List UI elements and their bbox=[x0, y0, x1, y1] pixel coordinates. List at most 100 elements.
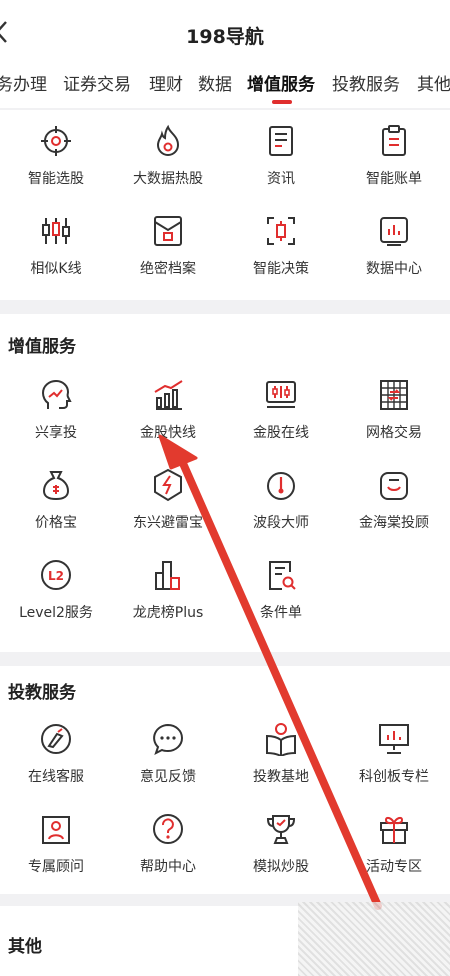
lightning-shield-icon bbox=[151, 468, 185, 502]
grid-item-level2-service[interactable]: L2 Level2服务 bbox=[0, 558, 112, 634]
secret-file-icon bbox=[151, 214, 185, 248]
ranking-bars-icon bbox=[151, 558, 185, 592]
decision-icon bbox=[264, 214, 298, 248]
grid-item-label: 网格交易 bbox=[366, 425, 422, 441]
grid-item-bigdata-hot-stocks[interactable]: 大数据热股 bbox=[112, 124, 224, 200]
tab-bar: 务办理 证券交易 理财 数据 增值服务 投教服务 其他 bbox=[0, 60, 450, 108]
grid-item-label: 金股在线 bbox=[253, 425, 309, 441]
grid-item-label: 模拟炒股 bbox=[253, 859, 309, 875]
grid-item-label: 金海棠投顾 bbox=[359, 515, 429, 531]
tools-section: 智能选股 大数据热股 资讯 智能账单 相似K线 绝密档案 智能决策 数据中心 bbox=[0, 110, 450, 300]
grid-item-label: 在线客服 bbox=[28, 769, 84, 785]
header-bar: 198导航 bbox=[0, 0, 450, 60]
grid-item-label: 兴享投 bbox=[35, 425, 77, 441]
grid-item-label: 活动专区 bbox=[366, 859, 422, 875]
grid-item-label: 相似K线 bbox=[30, 261, 82, 277]
target-icon bbox=[39, 124, 73, 158]
help-icon bbox=[151, 812, 185, 846]
grid-item-label: 大数据热股 bbox=[133, 171, 203, 187]
value-added-services-section: 增值服务 兴享投 金股快线 金股在线 网格交易 价格宝 东兴避雷宝 波段大师 金… bbox=[0, 314, 450, 652]
grid-item-news[interactable]: 资讯 bbox=[225, 124, 337, 200]
chat-bubble-icon bbox=[151, 722, 185, 756]
tab-value-added-services[interactable]: 增值服务 bbox=[247, 70, 315, 95]
grid-item-label: 资讯 bbox=[267, 171, 295, 187]
grid-item-label: 投教基地 bbox=[253, 769, 309, 785]
tab-other[interactable]: 其他 bbox=[417, 70, 450, 95]
grid-item-label: 金股快线 bbox=[140, 425, 196, 441]
tab-data[interactable]: 数据 bbox=[198, 70, 232, 95]
grid-item-golden-stock-online[interactable]: 金股在线 bbox=[225, 378, 337, 454]
grid-item-label: 价格宝 bbox=[35, 515, 77, 531]
grid-item-dongxing-lightning-guard[interactable]: 东兴避雷宝 bbox=[112, 468, 224, 544]
grid-item-exclusive-advisor[interactable]: 专属顾问 bbox=[0, 812, 112, 888]
grid-item-smart-decision[interactable]: 智能决策 bbox=[225, 214, 337, 290]
headset-icon bbox=[39, 722, 73, 756]
grid-item-conditional-order[interactable]: 条件单 bbox=[225, 558, 337, 634]
level2-icon: L2 bbox=[39, 558, 73, 592]
grid-item-feedback[interactable]: 意见反馈 bbox=[112, 722, 224, 798]
grid-item-similar-kline[interactable]: 相似K线 bbox=[0, 214, 112, 290]
grid-item-education-base[interactable]: 投教基地 bbox=[225, 722, 337, 798]
section-title: 其他 bbox=[8, 937, 42, 957]
grid-item-price-bao[interactable]: 价格宝 bbox=[0, 468, 112, 544]
grid-item-band-master[interactable]: 波段大师 bbox=[225, 468, 337, 544]
grid-item-data-center[interactable]: 数据中心 bbox=[338, 214, 450, 290]
reading-icon bbox=[264, 722, 298, 758]
grid-item-activity-zone[interactable]: 活动专区 bbox=[338, 812, 450, 888]
thermometer-icon bbox=[264, 468, 298, 502]
grid-item-simulated-trading[interactable]: 模拟炒股 bbox=[225, 812, 337, 888]
grid-item-label: Level2服务 bbox=[19, 605, 93, 621]
gift-icon bbox=[377, 812, 411, 846]
search-document-icon bbox=[264, 558, 298, 592]
section-title: 增值服务 bbox=[8, 337, 76, 357]
section-title: 投教服务 bbox=[8, 683, 76, 703]
trophy-icon bbox=[264, 812, 298, 846]
grid-item-dragon-tiger-list-plus[interactable]: 龙虎榜Plus bbox=[112, 558, 224, 634]
investor-education-section: 投教服务 在线客服 意见反馈 投教基地 科创板专栏 专属顾问 帮助中心 模拟炒股… bbox=[0, 666, 450, 894]
grid-item-help-center[interactable]: 帮助中心 bbox=[112, 812, 224, 888]
advisor-icon bbox=[377, 468, 411, 502]
grid-icon bbox=[377, 378, 411, 412]
flame-icon bbox=[151, 124, 185, 158]
clipboard-icon bbox=[377, 124, 411, 158]
grid-item-label: 专属顾问 bbox=[28, 859, 84, 875]
news-icon bbox=[264, 124, 298, 158]
grid-item-golden-stock-express[interactable]: 金股快线 bbox=[112, 378, 224, 454]
grid-item-xingxiangtou[interactable]: 兴享投 bbox=[0, 378, 112, 454]
presentation-icon bbox=[377, 722, 411, 756]
grid-item-label: 东兴避雷宝 bbox=[133, 515, 203, 531]
grid-item-label: 数据中心 bbox=[366, 261, 422, 277]
grid-item-grid-trading[interactable]: 网格交易 bbox=[338, 378, 450, 454]
grid-item-jinhaitang-advisor[interactable]: 金海棠投顾 bbox=[338, 468, 450, 544]
grid-item-star-market-column[interactable]: 科创板专栏 bbox=[338, 722, 450, 798]
tab-investor-education[interactable]: 投教服务 bbox=[332, 70, 400, 95]
tab-securities-trading[interactable]: 证券交易 bbox=[63, 70, 131, 95]
rising-bars-icon bbox=[151, 378, 185, 412]
grid-item-label: 智能选股 bbox=[28, 171, 84, 187]
active-tab-indicator bbox=[272, 100, 292, 104]
head-growth-icon bbox=[39, 378, 73, 412]
grid-item-smart-stock-picking[interactable]: 智能选股 bbox=[0, 124, 112, 200]
grid-item-label: 波段大师 bbox=[253, 515, 309, 531]
grid-item-label: 帮助中心 bbox=[140, 859, 196, 875]
advisor-card-icon bbox=[39, 812, 73, 846]
grid-item-label: 绝密档案 bbox=[140, 261, 196, 277]
tab-wealth[interactable]: 理财 bbox=[149, 70, 183, 95]
monitor-chart-icon bbox=[264, 378, 298, 412]
grid-item-label: 智能决策 bbox=[253, 261, 309, 277]
candlestick-icon bbox=[39, 214, 73, 248]
grid-item-online-customer-service[interactable]: 在线客服 bbox=[0, 722, 112, 798]
grid-item-label: 龙虎榜Plus bbox=[132, 605, 204, 621]
tab-business[interactable]: 务办理 bbox=[0, 70, 47, 95]
grid-item-label: 意见反馈 bbox=[140, 769, 196, 785]
watermark bbox=[298, 902, 450, 976]
money-bag-icon bbox=[39, 468, 73, 502]
grid-item-label: 条件单 bbox=[260, 605, 302, 621]
data-center-icon bbox=[377, 214, 411, 248]
page-title: 198导航 bbox=[186, 26, 264, 48]
grid-item-label: 智能账单 bbox=[366, 171, 422, 187]
svg-text:L2: L2 bbox=[48, 569, 64, 583]
grid-item-smart-bill[interactable]: 智能账单 bbox=[338, 124, 450, 200]
grid-item-label: 科创板专栏 bbox=[359, 769, 429, 785]
grid-item-secret-files[interactable]: 绝密档案 bbox=[112, 214, 224, 290]
